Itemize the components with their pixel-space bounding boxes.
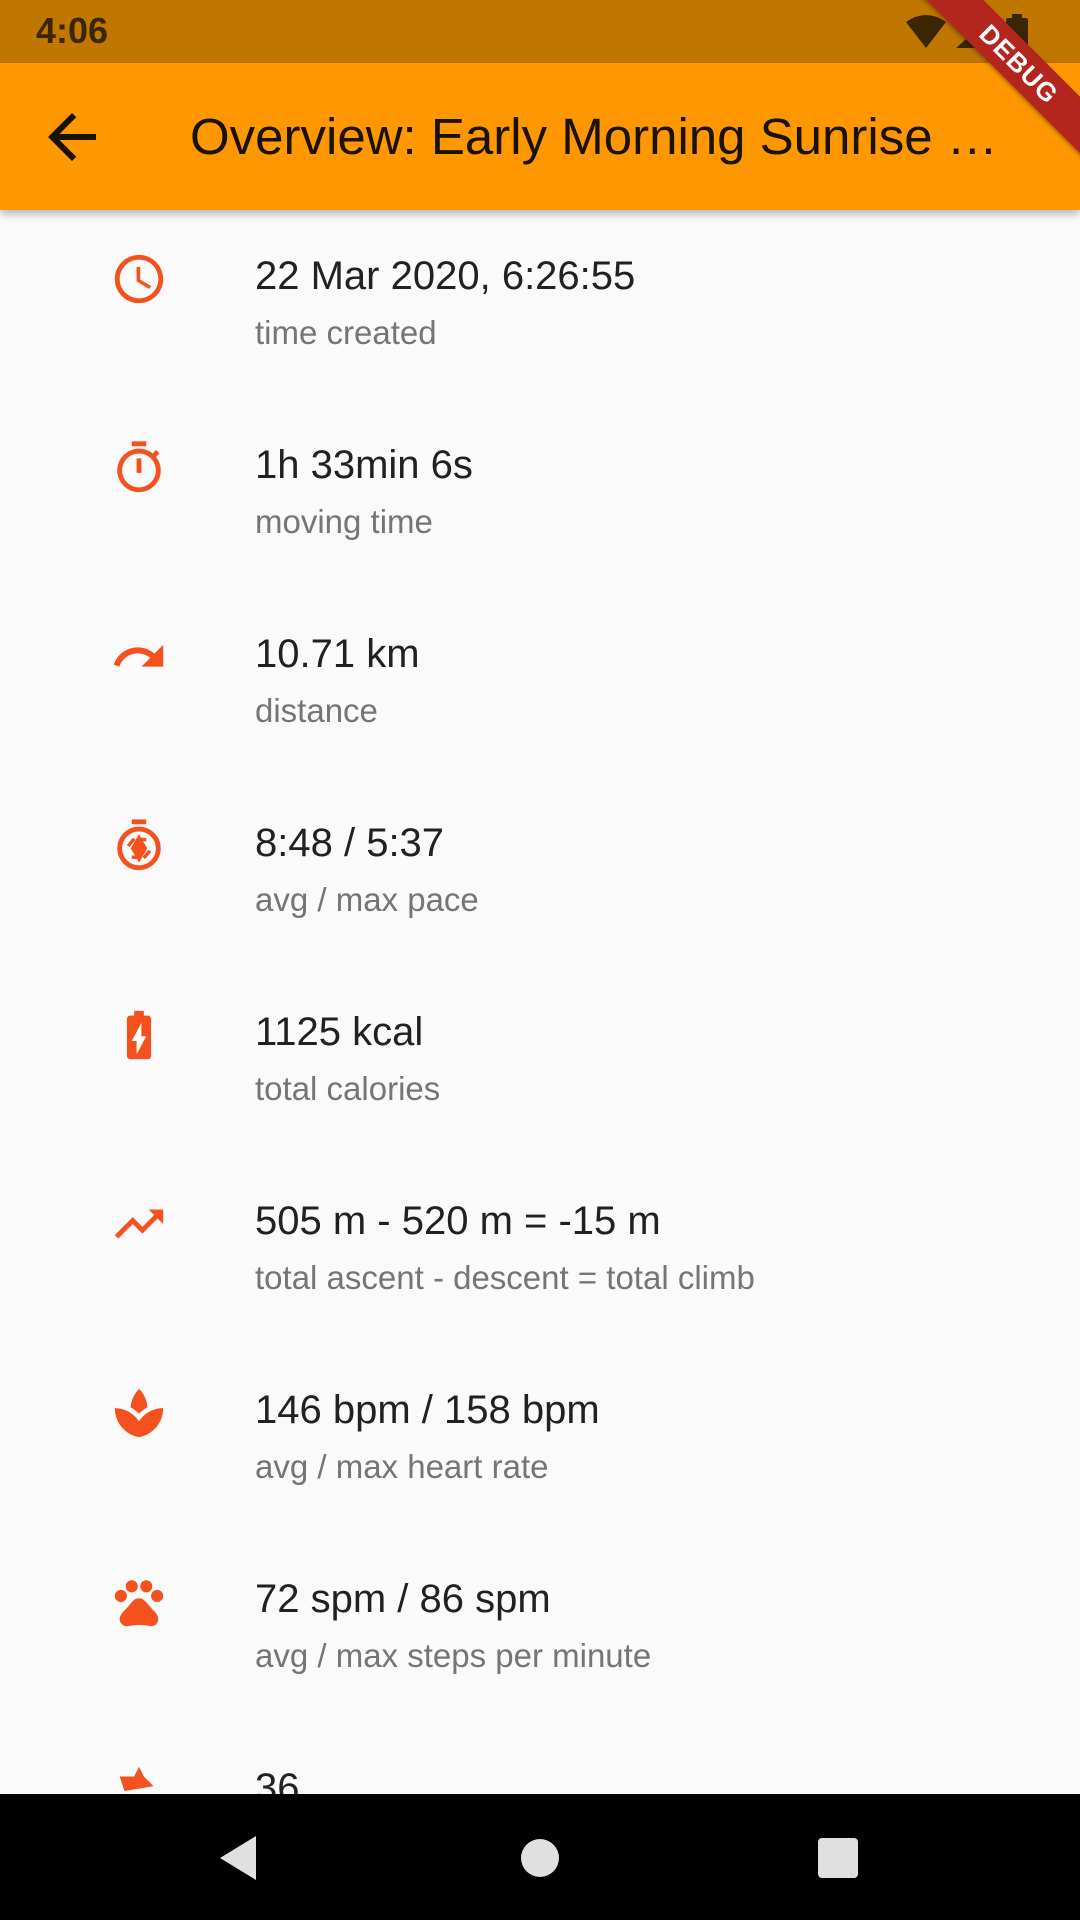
item-value: 505 m - 520 m = -15 m [255, 1199, 661, 1243]
wifi-icon [906, 15, 946, 48]
list-item-heart-rate: 146 bpm / 158 bpm avg / max heart rate [0, 1344, 1080, 1533]
list-item-partial: 36 [0, 1722, 1080, 1794]
spa-icon [110, 1384, 168, 1442]
arrow-back-icon [48, 113, 96, 161]
list-item-moving-time: 1h 33min 6s moving time [0, 399, 1080, 588]
screen: 4:06 Overview: Early Morning Sunrise … D… [0, 0, 1080, 1920]
nav-home-button[interactable] [510, 1828, 570, 1888]
status-icons [904, 14, 1044, 50]
item-label: avg / max steps per minute [255, 1637, 652, 1674]
paw-icon [110, 1573, 168, 1631]
status-bar: 4:06 [0, 0, 1080, 63]
system-nav-bar [0, 1794, 1080, 1920]
nav-recents-icon [818, 1838, 858, 1878]
list-item-calories: 1125 kcal total calories [0, 966, 1080, 1155]
battery-icon [1006, 14, 1028, 50]
nav-home-icon [521, 1839, 559, 1877]
app-bar: Overview: Early Morning Sunrise … [0, 63, 1080, 210]
redo-arrow-icon [110, 628, 168, 686]
list-item-time-created: 22 Mar 2020, 6:26:55 time created [0, 210, 1080, 399]
list-item-climb: 505 m - 520 m = -15 m total ascent - des… [0, 1155, 1080, 1344]
nav-back-button[interactable] [210, 1828, 270, 1888]
overview-list[interactable]: 22 Mar 2020, 6:26:55 time created 1h 33m… [0, 210, 1080, 1794]
item-value: 72 spm / 86 spm [255, 1577, 551, 1621]
item-label: total calories [255, 1070, 441, 1107]
item-label: avg / max heart rate [255, 1448, 549, 1485]
item-value: 22 Mar 2020, 6:26:55 [255, 254, 636, 298]
list-item-pace: 8:48 / 5:37 avg / max pace [0, 777, 1080, 966]
item-value: 10.71 km [255, 632, 420, 676]
shutter-speed-icon [110, 817, 168, 875]
battery-charging-icon [110, 1006, 168, 1064]
item-value: 8:48 / 5:37 [255, 821, 445, 865]
list-item-cadence: 72 spm / 86 spm avg / max steps per minu… [0, 1533, 1080, 1722]
nav-recents-button[interactable] [808, 1828, 868, 1888]
trending-up-icon [110, 1195, 168, 1253]
item-label: time created [255, 314, 437, 351]
clock-icon [110, 250, 168, 308]
signal-icon [956, 16, 992, 48]
item-value: 1h 33min 6s [255, 443, 473, 487]
page-title: Overview: Early Morning Sunrise … [190, 108, 998, 165]
item-label: distance [255, 692, 378, 729]
item-label: avg / max pace [255, 881, 479, 918]
timer-icon [110, 439, 168, 497]
nav-back-icon [220, 1836, 256, 1880]
status-time: 4:06 [36, 10, 109, 51]
item-value: 146 bpm / 158 bpm [255, 1388, 600, 1432]
item-value: 36 [255, 1766, 300, 1794]
list-item-distance: 10.71 km distance [0, 588, 1080, 777]
partial-icon [110, 1762, 168, 1794]
back-button[interactable] [36, 101, 108, 173]
item-label: moving time [255, 503, 433, 540]
item-label: total ascent - descent = total climb [255, 1259, 755, 1296]
item-value: 1125 kcal [255, 1010, 424, 1054]
